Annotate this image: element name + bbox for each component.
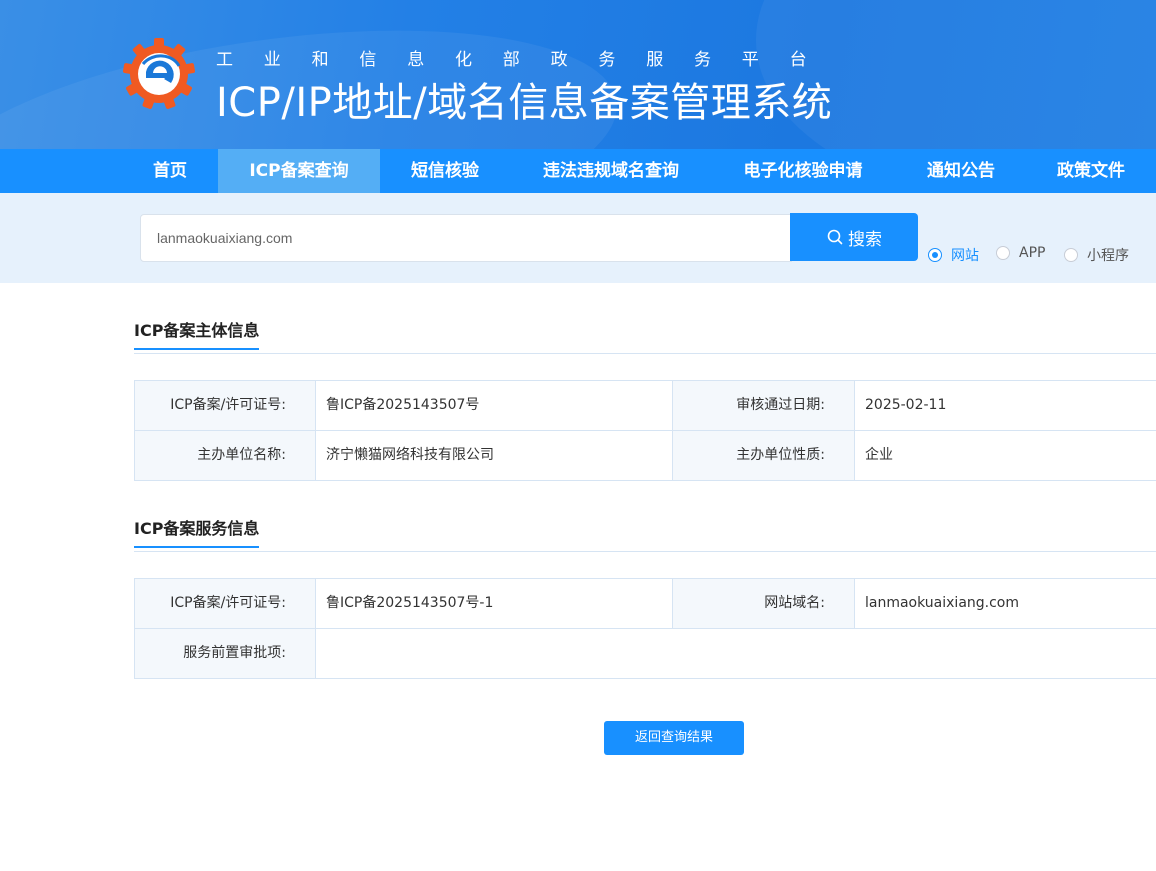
org-name-label: 主办单位名称: — [134, 431, 315, 480]
radio-website[interactable]: 网站 — [928, 245, 979, 265]
table-row: 服务前置审批项: — [134, 629, 1156, 679]
search-button-label: 搜索 — [848, 229, 882, 250]
nav-item-home[interactable]: 首页 — [133, 149, 207, 193]
platform-subtitle: 工业和信息化部政务服务平台 — [216, 50, 838, 70]
service-license-label: ICP备案/许可证号: — [134, 579, 315, 628]
service-info-heading: ICP备案服务信息 — [134, 512, 1156, 552]
approve-date-value: 2025-02-11 — [854, 381, 1156, 430]
subject-info-table: ICP备案/许可证号: 鲁ICP备2025143507号 审核通过日期: 202… — [134, 380, 1156, 481]
radio-checked-icon — [928, 248, 942, 262]
service-info-table: ICP备案/许可证号: 鲁ICP备2025143507号-1 网站域名: lan… — [134, 578, 1156, 679]
license-label: ICP备案/许可证号: — [134, 381, 315, 430]
search-band: 搜索 网站 APP 小程序 — [0, 193, 1156, 283]
radio-app-label: APP — [1019, 245, 1046, 261]
domain-label: 网站域名: — [672, 579, 854, 628]
service-info-heading-text: ICP备案服务信息 — [134, 515, 260, 548]
approve-date-label: 审核通过日期: — [672, 381, 854, 430]
radio-app[interactable]: APP — [996, 245, 1045, 261]
domain-value: lanmaokuaixiang.com — [854, 579, 1156, 628]
table-row: ICP备案/许可证号: 鲁ICP备2025143507号 审核通过日期: 202… — [134, 381, 1156, 431]
table-row: 主办单位名称: 济宁懒猫网络科技有限公司 主办单位性质: 企业 — [134, 431, 1156, 481]
back-to-results-button[interactable]: 返回查询结果 — [604, 721, 744, 755]
search-input[interactable] — [140, 214, 792, 262]
nav-item-notices[interactable]: 通知公告 — [914, 149, 1008, 193]
license-value: 鲁ICP备2025143507号 — [315, 381, 672, 430]
preapproval-value — [315, 629, 1156, 678]
org-type-label: 主办单位性质: — [672, 431, 854, 480]
nav-item-sms-verify[interactable]: 短信核验 — [398, 149, 492, 193]
header-banner: 工业和信息化部政务服务平台 ICP/IP地址/域名信息备案管理系统 — [0, 0, 1156, 149]
nav-item-illegal-domain-query[interactable]: 违法违规域名查询 — [527, 149, 695, 193]
nav-item-icp-query[interactable]: ICP备案查询 — [218, 149, 380, 193]
radio-mini-program[interactable]: 小程序 — [1064, 245, 1129, 265]
search-button[interactable]: 搜索 — [790, 213, 918, 261]
nav-item-policy-docs[interactable]: 政策文件 — [1044, 149, 1138, 193]
nav-item-e-verify-apply[interactable]: 电子化核验申请 — [728, 149, 878, 193]
table-row: ICP备案/许可证号: 鲁ICP备2025143507号-1 网站域名: lan… — [134, 579, 1156, 629]
org-type-value: 企业 — [854, 431, 1156, 480]
service-license-value: 鲁ICP备2025143507号-1 — [315, 579, 672, 628]
radio-mini-program-label: 小程序 — [1087, 248, 1129, 264]
miit-logo-icon — [122, 38, 196, 109]
org-name-value: 济宁懒猫网络科技有限公司 — [315, 431, 672, 480]
system-title: ICP/IP地址/域名信息备案管理系统 — [216, 80, 833, 126]
radio-website-label: 网站 — [951, 248, 979, 264]
radio-unchecked-icon — [1064, 248, 1078, 262]
main-nav: 首页 ICP备案查询 短信核验 违法违规域名查询 电子化核验申请 通知公告 政策… — [0, 149, 1156, 193]
radio-unchecked-icon — [996, 246, 1010, 260]
preapproval-label: 服务前置审批项: — [134, 629, 315, 678]
subject-info-heading-text: ICP备案主体信息 — [134, 317, 260, 350]
search-icon — [827, 229, 843, 245]
subject-info-heading: ICP备案主体信息 — [134, 314, 1156, 354]
